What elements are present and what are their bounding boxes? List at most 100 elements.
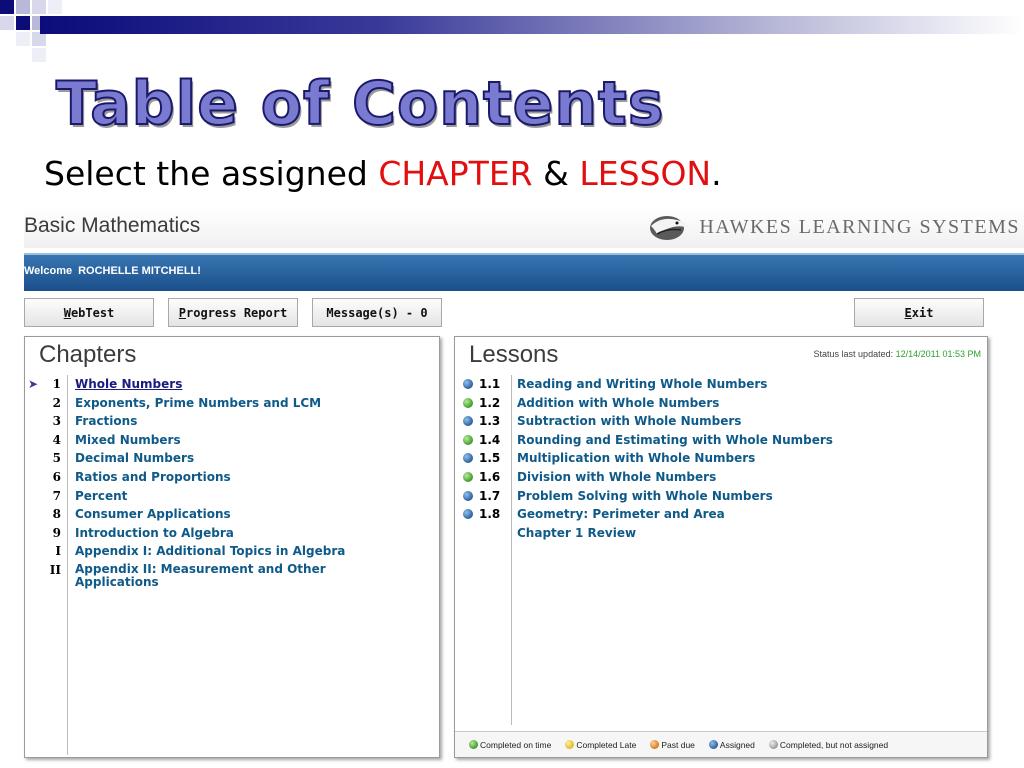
chapter-item[interactable]: I Appendix I: Additional Topics in Algebr… bbox=[25, 544, 439, 563]
brand-logo: HAWKES LEARNING SYSTEMS bbox=[647, 212, 1020, 242]
webtest-accesskey: W bbox=[63, 305, 71, 320]
lesson-label[interactable]: Subtraction with Whole Numbers bbox=[517, 414, 741, 428]
progress-accesskey: P bbox=[178, 305, 187, 320]
lesson-item[interactable]: 1.3 Subtraction with Whole Numbers bbox=[455, 414, 987, 433]
chapter-item[interactable]: 9 Introduction to Algebra bbox=[25, 526, 439, 545]
lesson-item[interactable]: Chapter 1 Review bbox=[455, 526, 987, 545]
completed-on-time-icon bbox=[469, 740, 478, 749]
lesson-label[interactable]: Addition with Whole Numbers bbox=[517, 396, 719, 410]
lesson-item[interactable]: 1.4 Rounding and Estimating with Whole Nu… bbox=[455, 433, 987, 452]
assigned-status-icon bbox=[463, 509, 473, 520]
chapter-item[interactable]: 4 Mixed Numbers bbox=[25, 433, 439, 452]
slide-subtitle: Select the assigned CHAPTER & LESSON. bbox=[44, 152, 722, 196]
lesson-label[interactable]: Multiplication with Whole Numbers bbox=[517, 451, 755, 465]
legend-not-assigned-label: Completed, but not assigned bbox=[779, 739, 889, 750]
chapter-label[interactable]: Appendix I: Additional Topics in Algebra bbox=[75, 544, 345, 558]
completed-not-assigned-icon bbox=[768, 740, 778, 749]
legend-on-time: Completed on time bbox=[469, 740, 551, 750]
chapter-label[interactable]: Decimal Numbers bbox=[75, 451, 194, 465]
lesson-label[interactable]: Problem Solving with Whole Numbers bbox=[517, 489, 773, 503]
chapter-label[interactable]: Fractions bbox=[75, 414, 137, 428]
lessons-heading: Lessons bbox=[469, 341, 559, 368]
chapter-label[interactable]: Consumer Applications bbox=[75, 507, 231, 521]
lesson-item[interactable]: 1.2 Addition with Whole Numbers bbox=[455, 396, 987, 415]
lesson-item[interactable]: 1.8 Geometry: Perimeter and Area bbox=[455, 507, 987, 526]
completed-status-icon bbox=[463, 397, 473, 408]
toolbar: WebTest Progress Report Message(s) - 0 E… bbox=[24, 298, 1024, 328]
lesson-item[interactable]: 1.5 Multiplication with Whole Numbers bbox=[455, 451, 987, 470]
chapter-number: II bbox=[49, 562, 61, 577]
chapter-label[interactable]: Whole Numbers bbox=[75, 377, 182, 391]
welcome-bar: Welcome ROCHELLE MITCHELL! bbox=[24, 253, 1024, 291]
lesson-label[interactable]: Chapter 1 Review bbox=[517, 526, 636, 540]
subtitle-prefix: Select the assigned bbox=[44, 154, 379, 193]
lesson-label[interactable]: Geometry: Perimeter and Area bbox=[517, 507, 725, 521]
subtitle-suffix: . bbox=[711, 154, 722, 193]
subtitle-chapter: CHAPTER bbox=[378, 154, 533, 193]
lesson-number: 1.7 bbox=[479, 488, 501, 503]
legend-past-due-label: Past due bbox=[661, 739, 695, 750]
legend-assigned-label: Assigned bbox=[719, 739, 755, 750]
lesson-item[interactable]: 1.6 Division with Whole Numbers bbox=[455, 470, 987, 489]
chapters-heading: Chapters bbox=[39, 341, 137, 368]
status-date: 12/14/2011 01:53 PM bbox=[895, 349, 981, 359]
chapter-item[interactable]: 8 Consumer Applications bbox=[25, 507, 439, 526]
chapter-label[interactable]: Appendix II: Measurement and Other Appli… bbox=[75, 562, 405, 589]
lesson-label[interactable]: Reading and Writing Whole Numbers bbox=[517, 377, 767, 391]
status-last-updated: Status last updated: 12/14/2011 01:53 PM bbox=[814, 349, 981, 359]
chapter-label[interactable]: Introduction to Algebra bbox=[75, 526, 234, 540]
app-window: Basic Mathematics HAWKES LEARNING SYSTEM… bbox=[24, 208, 1024, 768]
progress-label: rogress Report bbox=[186, 305, 288, 320]
lesson-number: 1.8 bbox=[479, 507, 501, 522]
chapter-number: 3 bbox=[52, 414, 61, 429]
welcome-label: Welcome bbox=[24, 265, 73, 277]
chapter-number: 9 bbox=[52, 525, 61, 540]
chapter-label[interactable]: Percent bbox=[75, 489, 127, 503]
assigned-status-icon bbox=[463, 379, 473, 389]
chapter-label[interactable]: Mixed Numbers bbox=[75, 433, 181, 447]
status-label: Status last updated: bbox=[813, 349, 896, 359]
chapter-number: I bbox=[55, 544, 61, 559]
chapters-panel: Chapters 1 Whole Numbers ➤ 2 Exponents, Prim… bbox=[24, 336, 440, 758]
lesson-number: 1.5 bbox=[479, 451, 501, 466]
chapter-item[interactable]: II Appendix II: Measurement and Other App… bbox=[25, 562, 439, 595]
chapter-item[interactable]: 7 Percent bbox=[25, 489, 439, 508]
webtest-button[interactable]: WebTest bbox=[24, 298, 154, 327]
welcome-text: Welcome ROCHELLE MITCHELL! bbox=[24, 265, 201, 277]
lesson-number: 1.6 bbox=[479, 469, 501, 484]
lesson-item[interactable]: 1.1 Reading and Writing Whole Numbers bbox=[455, 377, 987, 396]
lesson-label[interactable]: Division with Whole Numbers bbox=[517, 470, 716, 484]
lesson-item[interactable]: 1.7 Problem Solving with Whole Numbers bbox=[455, 489, 987, 508]
chapter-number: 1 bbox=[52, 377, 61, 391]
legend-late-label: Completed Late bbox=[576, 739, 637, 750]
webtest-label: ebTest bbox=[70, 305, 115, 320]
chapter-item[interactable]: 5 Decimal Numbers bbox=[25, 451, 439, 470]
chapter-label[interactable]: Exponents, Prime Numbers and LCM bbox=[75, 396, 321, 410]
exit-button[interactable]: Exit bbox=[854, 298, 984, 327]
chapter-item[interactable]: 3 Fractions bbox=[25, 414, 439, 433]
chapter-number: 7 bbox=[52, 488, 61, 503]
chapter-item[interactable]: 1 Whole Numbers ➤ bbox=[25, 377, 439, 396]
chapter-item[interactable]: 2 Exponents, Prime Numbers and LCM bbox=[25, 396, 439, 415]
chapter-number: 4 bbox=[52, 432, 61, 447]
chapter-item[interactable]: 6 Ratios and Proportions bbox=[25, 470, 439, 489]
hawk-icon bbox=[650, 216, 690, 240]
assigned-status-icon bbox=[463, 416, 473, 427]
past-due-icon bbox=[650, 740, 660, 749]
exit-label: xit bbox=[911, 305, 934, 320]
messages-button[interactable]: Message(s) - 0 bbox=[312, 298, 442, 327]
slide-title: Table of Contents bbox=[55, 68, 665, 140]
lessons-list: 1.1 Reading and Writing Whole Numbers 1.2 A… bbox=[455, 377, 987, 544]
lesson-number: 1.2 bbox=[479, 395, 501, 410]
progress-report-button[interactable]: Progress Report bbox=[168, 298, 298, 327]
lesson-number: 1.3 bbox=[479, 414, 501, 429]
legend-assigned: Assigned bbox=[708, 739, 755, 750]
chapter-label[interactable]: Ratios and Proportions bbox=[75, 470, 231, 484]
app-header: Basic Mathematics HAWKES LEARNING SYSTEM… bbox=[24, 208, 1024, 248]
chapter-number: 6 bbox=[52, 469, 61, 484]
chapters-list: 1 Whole Numbers ➤ 2 Exponents, Prime Numbers… bbox=[25, 377, 439, 595]
lesson-number: 1.1 bbox=[479, 377, 501, 391]
app-title: Basic Mathematics bbox=[24, 214, 201, 237]
lesson-label[interactable]: Rounding and Estimating with Whole Numbe… bbox=[517, 433, 833, 447]
chapter-number: 5 bbox=[52, 451, 61, 466]
